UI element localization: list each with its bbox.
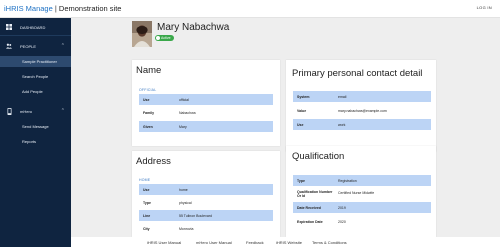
card-title: Address [136,156,171,167]
sidebar-item-send-message[interactable]: Send Message [0,121,71,132]
table-row: Date Received 2019 [293,202,431,213]
row-key: Line [143,214,151,218]
name-card: Name OFFICIAL Use official Family Nabach… [132,60,280,146]
row-key: Family [143,111,155,115]
table-row: Use home [139,184,273,195]
card-title: Name [136,65,162,76]
sidebar-item-mhero[interactable]: mHero ⌃ [0,104,71,118]
address-card: Address HOME Use home Type physical Line… [132,151,280,237]
table-row: Type Registration [293,175,431,186]
table-row: Family Nabachwa [139,107,273,118]
qualification-card: Qualification Type Registration Qualific… [286,146,436,237]
sidebar-item-label: DASHBOARD [20,25,46,30]
row-key: Date Received [297,206,321,210]
sidebar-subitem-label: Add People [22,89,43,94]
sidebar-divider [0,35,71,36]
top-bar: iHRIS Manage | Demonstration site LOG IN [0,0,500,18]
card-title: Qualification [292,151,345,162]
row-key: Given [143,125,153,129]
table-row: Expiration Date 2020 [293,216,431,227]
row-value: email [338,95,347,99]
row-value: 2019 [338,206,346,210]
row-value: 2020 [338,220,346,224]
row-key: City [143,227,150,231]
profile-name: Mary Nabachwa [157,22,230,33]
row-value: mary.nabachwa@example.com [338,109,387,113]
row-key: Use [297,123,304,127]
row-value: official [179,98,189,102]
row-value: Certified Nurse Midwife [338,191,375,195]
footer-link-ihris-user-manual[interactable]: iHRIS User Manual [147,240,181,245]
row-key: Value [297,109,307,113]
main-content: Mary Nabachwa Active Name OFFICIAL Use o… [71,18,500,237]
status-label: Active [161,36,171,40]
app-title[interactable]: iHRIS Manage | Demonstration site [4,4,121,13]
chevron-up-icon: ⌃ [60,108,65,114]
row-value: 55 Tulinon Boulevard [179,214,212,218]
table-row: Use official [139,94,273,105]
footer: iHRIS User Manual mHero User Manual Feed… [71,237,500,247]
section-label: HOME [139,178,151,182]
footer-link-ihris-website[interactable]: iHRIS Website [276,240,302,245]
sidebar-item-reports[interactable]: Reports [0,136,71,147]
avatar [132,21,152,47]
table-row: Qualification Number Or Id Certified Nur… [293,188,431,201]
app-brand: iHRIS Manage [4,4,53,13]
row-value: work [338,123,346,127]
sidebar-subitem-label: Send Message [22,124,49,129]
footer-link-terms[interactable]: Terms & Conditions [312,240,347,245]
sidebar: DASHBOARD PEOPLE ⌃ Sample Practitioner S… [0,18,71,247]
section-label: OFFICIAL [139,88,157,92]
status-badge: Active [155,35,174,41]
phone-icon [6,107,12,115]
row-key: System [297,95,310,99]
table-row: Value mary.nabachwa@example.com [293,105,431,116]
footer-link-feedback[interactable]: Feedback [246,240,264,245]
table-row: Line 55 Tulinon Boulevard [139,210,273,221]
sidebar-subitem-label: Reports [22,139,37,144]
sidebar-item-sample-practitioner[interactable]: Sample Practitioner [0,56,71,67]
table-row: Type physical [139,197,273,208]
row-value: Monrovia [179,227,194,231]
sidebar-subitem-label: Sample Practitioner [22,59,57,64]
people-icon [6,43,12,49]
row-value: Nabachwa [179,111,196,115]
sidebar-item-people[interactable]: PEOPLE ⌃ [0,39,71,53]
table-row: System email [293,91,431,102]
table-row: Given Mary [139,121,273,132]
row-key: Use [143,188,150,192]
sidebar-item-label: mHero [20,109,33,114]
row-key: Use [143,98,150,102]
sidebar-item-add-people[interactable]: Add People [0,86,71,97]
table-row: Use work [293,119,431,130]
card-title: Primary personal contact detail [292,68,423,79]
row-value: home [179,188,188,192]
contact-card: Primary personal contact detail System e… [286,60,436,152]
title-separator: | [54,4,57,13]
row-key: Type [297,179,305,183]
login-button[interactable]: LOG IN [477,5,492,10]
row-key: Type [143,201,151,205]
row-value: Registration [338,179,357,183]
site-name: Demonstration site [58,4,122,13]
chevron-up-icon: ⌃ [60,43,65,49]
footer-link-mhero-user-manual[interactable]: mHero User Manual [196,240,232,245]
table-row: City Monrovia [139,223,273,234]
row-value: Mary [179,125,187,129]
sidebar-item-label: PEOPLE [20,44,37,49]
check-icon [156,36,160,40]
sidebar-item-search-people[interactable]: Search People [0,71,71,82]
row-key: Qualification Number Or Id [297,190,333,199]
dashboard-icon [6,24,12,30]
sidebar-subitem-label: Search People [22,74,49,79]
row-key: Expiration Date [297,220,323,224]
row-value: physical [179,201,192,205]
sidebar-item-dashboard[interactable]: DASHBOARD [0,20,71,34]
